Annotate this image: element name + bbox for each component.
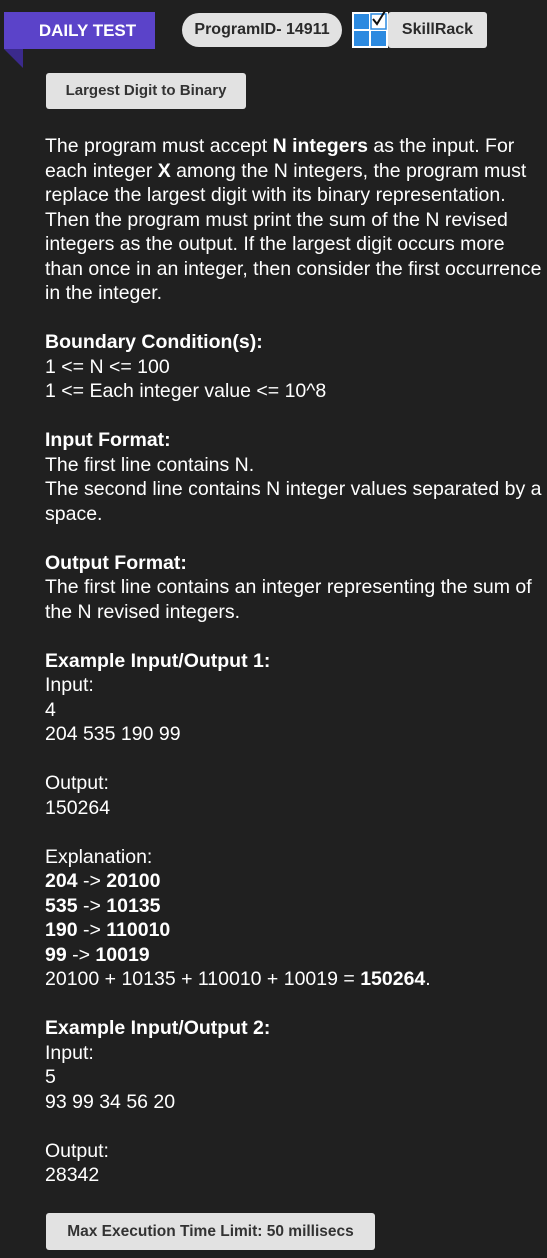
example2-output-label: Output:: [45, 1139, 109, 1162]
input-format-heading: Input Format:: [45, 429, 171, 451]
program-id-badge: ProgramID- 14911: [182, 13, 342, 47]
skillrack-button[interactable]: SkillRack: [388, 12, 487, 48]
example1-heading: Example Input/Output 1:: [45, 649, 271, 672]
explanation-mapping: 535 -> 10135: [45, 894, 545, 919]
mapping-arrow: ->: [66, 943, 96, 966]
mapping-to: 10135: [106, 894, 161, 917]
ribbon-fold: [4, 49, 23, 68]
mapping-arrow: ->: [77, 894, 107, 917]
example1-explanation-label: Explanation:: [45, 845, 153, 868]
sum-result: 150264: [360, 968, 426, 990]
explanation-mapping: 99 -> 10019: [45, 943, 545, 968]
explanation-sum: 20100 + 10135 + 110010 + 10019 = 150264.: [45, 967, 545, 992]
boundary-heading: Boundary Condition(s):: [45, 331, 263, 353]
example1-input-label: Input:: [45, 674, 94, 696]
mapping-to: 20100: [106, 870, 161, 892]
example1-input-line: 4: [45, 698, 56, 721]
output-format-line: The first line contains an integer repre…: [45, 576, 532, 623]
example2-input-label: Input:: [45, 1041, 94, 1064]
mapping-to: 110010: [106, 919, 171, 941]
example1-input-line: 204 535 190 99: [45, 723, 181, 745]
skillrack-logo-icon: [352, 10, 388, 48]
explanation-mapping: 190 -> 110010: [45, 918, 545, 943]
example2-output-value: 28342: [45, 1164, 100, 1186]
problem-title-button[interactable]: Largest Digit to Binary: [46, 73, 246, 109]
mapping-arrow: ->: [77, 870, 107, 892]
example2-input-line: 5: [45, 1066, 56, 1088]
desc-bold-n-integers: N integers: [272, 135, 368, 157]
mapping-from: 204: [45, 870, 78, 892]
output-format-heading: Output Format:: [45, 551, 187, 574]
example1-output-label: Output:: [45, 772, 109, 794]
problem-description: The program must accept N integers as th…: [45, 134, 545, 306]
mapping-from: 190: [45, 919, 78, 941]
mapping-from: 535: [45, 894, 78, 917]
desc-bold-x: X: [157, 159, 171, 182]
desc-part1: The program must accept: [45, 135, 273, 157]
boundary-line: 1 <= N <= 100: [45, 355, 170, 378]
explanation-mapping: 204 -> 20100: [45, 869, 545, 894]
daily-test-ribbon: DAILY TEST: [4, 12, 155, 49]
sum-expression: 20100 + 10135 + 110010 + 10019 =: [45, 968, 361, 990]
example1-output-value: 150264: [45, 796, 111, 819]
input-format-line: The second line contains N integer value…: [45, 478, 542, 525]
example2-heading: Example Input/Output 2:: [45, 1017, 271, 1039]
mapping-arrow: ->: [77, 919, 107, 941]
time-limit-button[interactable]: Max Execution Time Limit: 50 millisecs: [46, 1213, 375, 1250]
example2-input-line: 93 99 34 56 20: [45, 1090, 176, 1113]
mapping-to: 10019: [95, 943, 150, 966]
mapping-from: 99: [45, 943, 67, 966]
boundary-line: 1 <= Each integer value <= 10^8: [45, 380, 327, 402]
problem-statement: The program must accept N integers as th…: [45, 134, 545, 1188]
input-format-line: The first line contains N.: [45, 453, 255, 476]
sum-end: .: [425, 968, 431, 990]
